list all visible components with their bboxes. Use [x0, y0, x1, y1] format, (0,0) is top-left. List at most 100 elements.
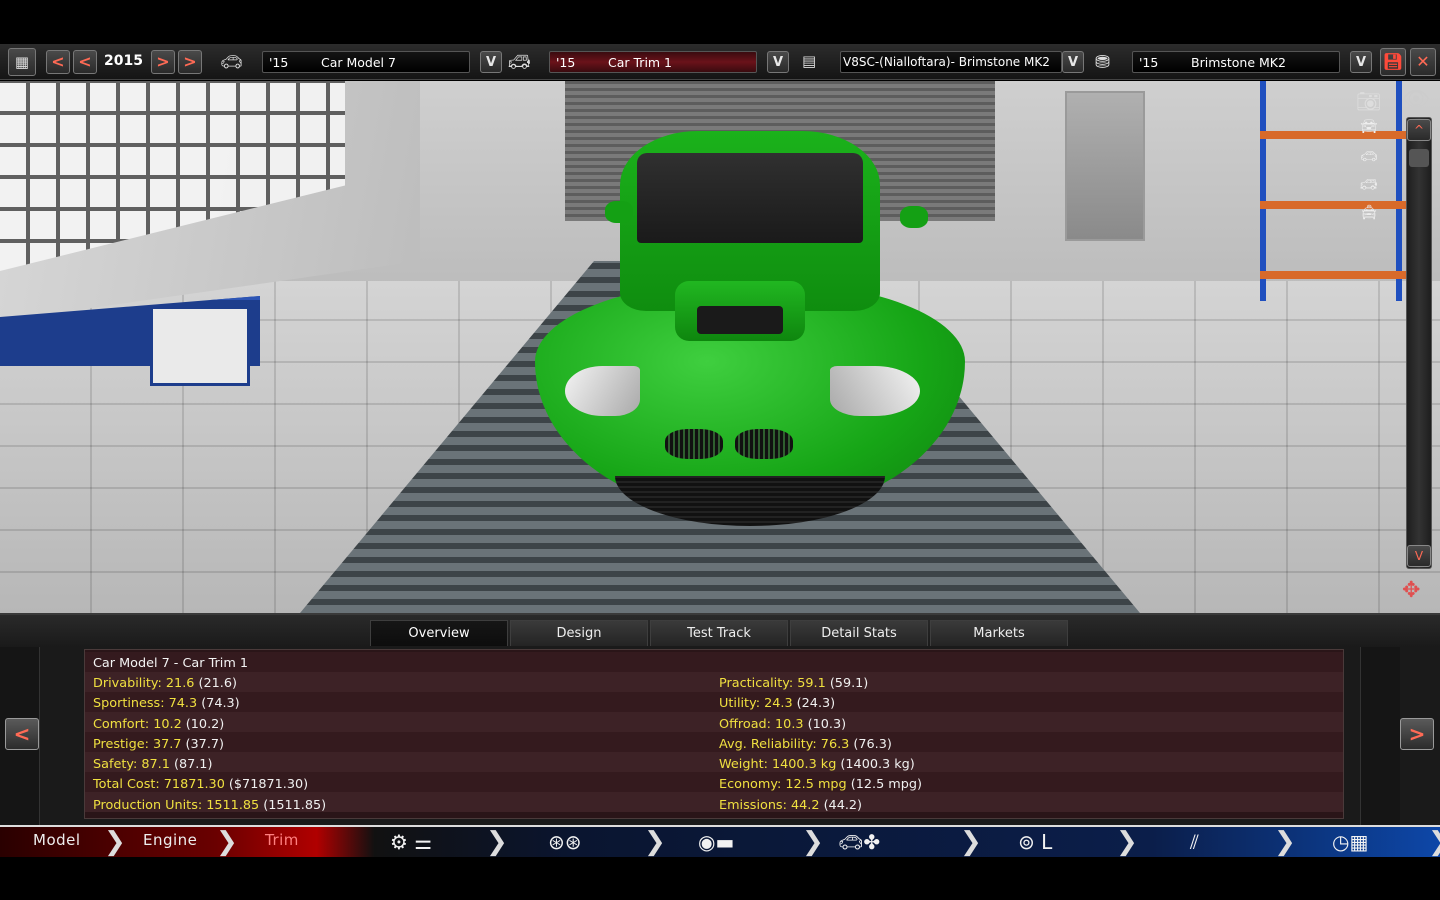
- right-rail: [1360, 647, 1400, 827]
- model-dropdown-button[interactable]: V: [480, 51, 502, 73]
- aero-icon[interactable]: 🚗︎✤: [838, 831, 880, 853]
- engine-vent: [697, 306, 783, 334]
- scroll-down-button[interactable]: V: [1407, 545, 1431, 567]
- scroll-up-button[interactable]: ^: [1407, 119, 1431, 141]
- interior-icon[interactable]: ⊚ L: [1018, 831, 1052, 853]
- chevron-right-icon: ❯: [1428, 827, 1440, 857]
- stat-comfort: Comfort: 10.2 (10.2): [93, 717, 225, 732]
- stats-row: [85, 672, 1343, 692]
- stat-practicality: Practicality: 59.1 (59.1): [719, 676, 869, 691]
- engine-family-icon: ⛃: [1095, 52, 1111, 73]
- grille-right: [735, 429, 793, 459]
- car-windshield: [637, 153, 863, 243]
- top-black-band: [0, 0, 1440, 44]
- car-mirror-right: [900, 206, 928, 228]
- trim-select[interactable]: '15 Car Trim 1: [549, 51, 757, 73]
- tab-detail-stats[interactable]: Detail Stats: [790, 620, 928, 646]
- engine-family-year: '15: [1139, 54, 1159, 70]
- view-top-icon[interactable]: 🚖︎: [1360, 205, 1378, 221]
- stat-production-units: Production Units: 1511.85 (1511.85): [93, 798, 327, 813]
- year-next-button[interactable]: >: [151, 50, 175, 74]
- stat-sportiness: Sportiness: 74.3 (74.3): [93, 696, 240, 711]
- chevron-right-icon: ❯: [104, 827, 126, 857]
- model-select[interactable]: '15 Car Model 7: [262, 51, 470, 73]
- trim-year: '15: [556, 54, 576, 70]
- engine-family-select[interactable]: '15 Brimstone MK2: [1132, 51, 1340, 73]
- bumper-grille: [615, 476, 885, 526]
- scroll-thumb[interactable]: [1409, 149, 1429, 167]
- stat-weight: Weight: 1400.3 kg (1400.3 kg): [719, 757, 915, 772]
- headlight-left: [565, 366, 640, 416]
- chevron-right-icon: ❯: [1274, 827, 1296, 857]
- model-year: '15: [269, 54, 289, 70]
- stats-row: [85, 732, 1343, 752]
- overview-title: Car Model 7 - Car Trim 1: [93, 656, 249, 671]
- overview-stats: Car Model 7 - Car Trim 1 Drivability: 21…: [84, 649, 1344, 819]
- year-first-button[interactable]: <: [46, 50, 70, 74]
- panel-next-button[interactable]: >: [1400, 718, 1434, 750]
- trim-name: Car Trim 1: [608, 54, 673, 70]
- camera-icon[interactable]: 📷︎: [1356, 89, 1381, 113]
- garage-door: [1065, 91, 1145, 241]
- wheels-icon[interactable]: ⊛⊛: [548, 831, 582, 853]
- test-finish-icon[interactable]: ◷▦: [1332, 831, 1368, 853]
- stats-row: [85, 752, 1343, 772]
- stat-drivability: Drivability: 21.6 (21.6): [93, 676, 237, 691]
- view-front-icon[interactable]: 🚘︎: [1360, 119, 1378, 135]
- car-viewport[interactable]: 📷︎ 👁︎ ^ 🚘︎ 🚗︎ 🚙︎ 🚖︎ V ✥: [0, 81, 1440, 613]
- chevron-right-icon: ❯: [960, 827, 982, 857]
- nav-trim[interactable]: Trim: [265, 831, 299, 849]
- chevron-right-icon: ❯: [486, 827, 508, 857]
- car-model-icon: 🚗︎: [220, 52, 243, 73]
- tab-bar: Overview Design Test Track Detail Stats …: [0, 615, 1440, 647]
- reset-view-icon[interactable]: ✥: [1402, 578, 1420, 603]
- engine-family-name: Brimstone MK2: [1191, 54, 1286, 70]
- calendar-icon[interactable]: ▦: [8, 48, 36, 76]
- save-icon[interactable]: 💾︎: [1380, 48, 1406, 76]
- panel-prev-button[interactable]: <: [5, 718, 39, 750]
- stats-row: [85, 692, 1343, 712]
- nav-engine[interactable]: Engine: [143, 831, 197, 849]
- car-trim-icon: 🚙︎: [508, 52, 531, 73]
- car-mirror-left: [605, 201, 633, 223]
- chevron-right-icon: ❯: [1116, 827, 1138, 857]
- stat-safety: Safety: 87.1 (87.1): [93, 757, 213, 772]
- stat-offroad: Offroad: 10.3 (10.3): [719, 717, 847, 732]
- year-prev-button[interactable]: <: [73, 50, 97, 74]
- close-button[interactable]: ✕: [1410, 48, 1436, 76]
- stat-emissions: Emissions: 44.2 (44.2): [719, 798, 863, 813]
- chevron-right-icon: ❯: [802, 827, 824, 857]
- model-name: Car Model 7: [321, 54, 396, 70]
- year-last-button[interactable]: >: [178, 50, 202, 74]
- stats-row: [85, 652, 1343, 672]
- body-icon[interactable]: ◉▬: [698, 831, 734, 853]
- nav-model[interactable]: Model: [33, 831, 81, 849]
- suspension-icon[interactable]: ⫽: [1190, 831, 1199, 853]
- trim-dropdown-button[interactable]: V: [767, 51, 789, 73]
- tab-design[interactable]: Design: [510, 620, 648, 646]
- stat-prestige: Prestige: 37.7 (37.7): [93, 737, 225, 752]
- engine-dropdown-button[interactable]: V: [1062, 51, 1084, 73]
- stat-total-cost: Total Cost: 71871.30 ($71871.30): [93, 777, 309, 792]
- eye-icon[interactable]: 👁︎: [1402, 87, 1430, 112]
- car-model-render[interactable]: [525, 131, 975, 581]
- cabinet: [150, 306, 250, 386]
- view-side-icon[interactable]: 🚗︎: [1360, 149, 1378, 165]
- grille-left: [665, 429, 723, 459]
- top-toolbar: ▦ < < 2015 > > 🚗︎ '15 Car Model 7 V 🚙︎ '…: [0, 44, 1440, 80]
- tab-overview[interactable]: Overview: [370, 620, 508, 646]
- year-value: 2015: [104, 53, 143, 69]
- chassis-icon[interactable]: ⚙︎ ⚌: [390, 831, 432, 853]
- chevron-right-icon: ❯: [644, 827, 666, 857]
- stat-economy: Economy: 12.5 mpg (12.5 mpg): [719, 777, 922, 792]
- tab-markets[interactable]: Markets: [930, 620, 1068, 646]
- engine-select[interactable]: V8SC-(Nialloftara)- Brimstone MK2: [840, 51, 1062, 73]
- headlight-right: [830, 366, 920, 416]
- tab-test-track[interactable]: Test Track: [650, 620, 788, 646]
- view-rear-icon[interactable]: 🚙︎: [1360, 177, 1378, 193]
- engine-family-dropdown-button[interactable]: V: [1350, 51, 1372, 73]
- view-scrollbar[interactable]: [1406, 117, 1432, 569]
- bottom-nav: Model ❯ Engine ❯ Trim ⚙︎ ⚌ ❯ ⊛⊛ ❯ ◉▬ ❯ 🚗…: [0, 825, 1440, 857]
- stats-row: [85, 712, 1343, 732]
- info-panel: Overview Design Test Track Detail Stats …: [0, 613, 1440, 827]
